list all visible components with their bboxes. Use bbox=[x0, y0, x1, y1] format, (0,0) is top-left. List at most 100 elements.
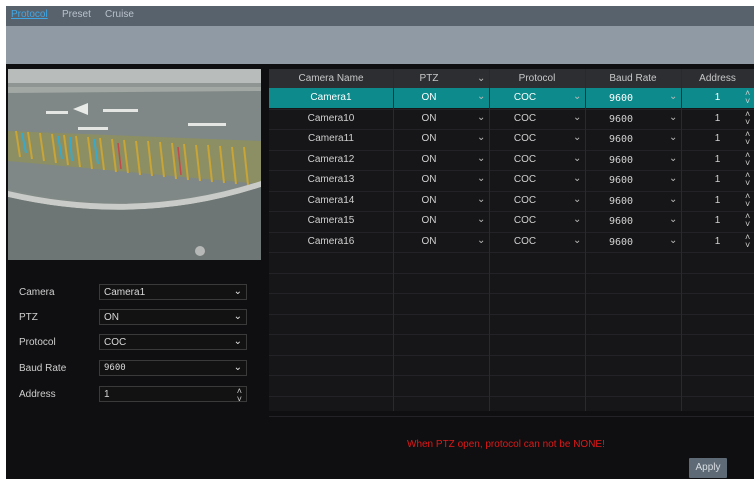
spinner-arrows-icon[interactable]: ˄ ˅ bbox=[237, 387, 242, 404]
chevron-down-icon[interactable]: ⌄ bbox=[477, 235, 485, 246]
apply-button[interactable]: Apply bbox=[689, 458, 727, 478]
cell-protocol[interactable]: COC bbox=[489, 92, 561, 103]
camera-preview-image bbox=[8, 69, 261, 260]
tab-protocol[interactable]: Protocol bbox=[11, 9, 48, 20]
spinner-arrows-icon[interactable]: ˄ ˅ bbox=[745, 232, 750, 249]
cell-ptz[interactable]: ON bbox=[393, 174, 465, 185]
spinner-arrows-icon[interactable]: ˄ ˅ bbox=[745, 130, 750, 147]
spinner-arrows-icon[interactable]: ˄ ˅ bbox=[745, 171, 750, 188]
chevron-down-icon[interactable]: ⌄ bbox=[573, 194, 581, 205]
cell-protocol[interactable]: COC bbox=[489, 174, 561, 185]
cell-address[interactable]: 1 bbox=[681, 92, 754, 103]
cell-baud-rate[interactable]: 9600 bbox=[585, 93, 657, 104]
chevron-down-icon[interactable]: ⌄ bbox=[669, 214, 677, 225]
cell-baud-rate[interactable]: 9600 bbox=[585, 114, 657, 125]
chevron-down-icon[interactable]: ⌄ bbox=[477, 132, 485, 143]
camera-select[interactable]: Camera1 ⌄ bbox=[99, 284, 247, 300]
ptz-warning-message: When PTZ open, protocol can not be NONE! bbox=[407, 439, 605, 450]
chevron-down-icon[interactable]: ⌄ bbox=[477, 153, 485, 164]
toolbar-strip bbox=[6, 26, 754, 64]
chevron-down-icon[interactable]: ⌄ bbox=[669, 112, 677, 123]
chevron-down-icon[interactable]: ⌄ bbox=[573, 112, 581, 123]
chevron-down-icon[interactable]: ⌄ bbox=[669, 91, 677, 102]
cell-camera-name: Camera13 bbox=[307, 174, 355, 185]
cell-address[interactable]: 1 bbox=[681, 174, 754, 185]
header-protocol: Protocol bbox=[518, 73, 556, 84]
ptz-select[interactable]: ON ⌄ bbox=[99, 309, 247, 325]
chevron-down-icon[interactable]: ⌄ bbox=[573, 235, 581, 246]
ptz-camera-table: Camera Name PTZ ⌄ Protocol Baud Rate Add… bbox=[269, 69, 754, 417]
chevron-down-icon[interactable]: ⌄ bbox=[477, 112, 485, 123]
header-baud-rate: Baud Rate bbox=[609, 73, 657, 84]
cell-baud-rate[interactable]: 9600 bbox=[585, 134, 657, 145]
address-spinbox-value: 1 bbox=[104, 389, 110, 400]
baud-rate-select[interactable]: 9600 ⌄ bbox=[99, 360, 247, 376]
cell-baud-rate[interactable]: 9600 bbox=[585, 155, 657, 166]
chevron-down-icon[interactable]: ⌄ bbox=[477, 73, 485, 84]
cell-protocol[interactable]: COC bbox=[489, 133, 561, 144]
address-label: Address bbox=[19, 389, 56, 400]
chevron-down-icon[interactable]: ⌄ bbox=[573, 132, 581, 143]
tab-cruise[interactable]: Cruise bbox=[105, 9, 134, 20]
cell-ptz[interactable]: ON bbox=[393, 236, 465, 247]
chevron-down-icon[interactable]: ⌄ bbox=[477, 194, 485, 205]
chevron-down-icon[interactable]: ⌄ bbox=[573, 173, 581, 184]
cell-camera-name: Camera16 bbox=[307, 235, 355, 247]
cell-ptz[interactable]: ON bbox=[393, 92, 465, 103]
cell-address[interactable]: 1 bbox=[681, 113, 754, 124]
cell-protocol[interactable]: COC bbox=[489, 215, 561, 226]
chevron-down-icon[interactable]: ⌄ bbox=[669, 235, 677, 246]
chevron-down-icon[interactable]: ⌄ bbox=[477, 214, 485, 225]
chevron-down-icon[interactable]: ⌄ bbox=[669, 153, 677, 164]
cell-camera-name: Camera11 bbox=[308, 133, 354, 144]
chevron-down-icon: ⌄ bbox=[233, 286, 242, 297]
spinner-arrows-icon[interactable]: ˄ ˅ bbox=[745, 150, 750, 167]
chevron-down-icon[interactable]: ⌄ bbox=[669, 173, 677, 184]
column-divider bbox=[393, 69, 394, 411]
chevron-down-icon: ⌄ bbox=[233, 336, 242, 347]
cell-ptz[interactable]: ON bbox=[393, 113, 465, 124]
camera-label: Camera bbox=[19, 287, 55, 298]
cell-camera-name: Camera15 bbox=[307, 215, 355, 226]
cell-camera-name: Camera14 bbox=[307, 194, 355, 206]
camera-row: Camera Camera1 ⌄ bbox=[6, 284, 256, 302]
chevron-down-icon[interactable]: ⌄ bbox=[669, 194, 677, 205]
cell-address[interactable]: 1 bbox=[681, 154, 754, 165]
address-spinbox[interactable]: 1 ˄ ˅ bbox=[99, 386, 247, 404]
cell-protocol[interactable]: COC bbox=[489, 113, 561, 124]
cell-baud-rate[interactable]: 9600 bbox=[585, 196, 657, 207]
protocol-select[interactable]: COC ⌄ bbox=[99, 334, 247, 350]
cell-ptz[interactable]: ON bbox=[393, 154, 465, 165]
cell-protocol[interactable]: COC bbox=[489, 195, 561, 206]
cell-protocol[interactable]: COC bbox=[489, 236, 561, 247]
cell-baud-rate[interactable]: 9600 bbox=[585, 216, 657, 227]
cell-address[interactable]: 1 bbox=[681, 195, 754, 206]
chevron-down-icon[interactable]: ⌄ bbox=[573, 153, 581, 164]
cell-baud-rate[interactable]: 9600 bbox=[585, 237, 657, 248]
cell-protocol[interactable]: COC bbox=[489, 154, 561, 165]
spinner-arrows-icon[interactable]: ˄ ˅ bbox=[745, 109, 750, 126]
baud-rate-label: Baud Rate bbox=[19, 363, 67, 374]
column-divider bbox=[585, 69, 586, 411]
chevron-down-icon[interactable]: ⌄ bbox=[477, 91, 485, 102]
chevron-down-icon[interactable]: ⌄ bbox=[477, 173, 485, 184]
cell-address[interactable]: 1 bbox=[681, 133, 754, 144]
tab-preset[interactable]: Preset bbox=[62, 9, 91, 20]
chevron-down-icon[interactable]: ⌄ bbox=[669, 132, 677, 143]
ptz-settings-window: Protocol Preset Cruise Camera Camera1 ⌄ … bbox=[6, 6, 754, 479]
cell-ptz[interactable]: ON bbox=[393, 215, 465, 226]
cell-camera-name: Camera1 bbox=[310, 92, 352, 103]
baud-rate-row: Baud Rate 9600 ⌄ bbox=[6, 360, 256, 378]
cell-address[interactable]: 1 bbox=[681, 236, 754, 247]
spinner-arrows-icon[interactable]: ˄ ˅ bbox=[745, 89, 750, 106]
cell-ptz[interactable]: ON bbox=[393, 195, 465, 206]
chevron-down-icon[interactable]: ⌄ bbox=[573, 214, 581, 225]
column-divider bbox=[681, 69, 682, 411]
spinner-arrows-icon[interactable]: ˄ ˅ bbox=[745, 212, 750, 229]
cell-baud-rate[interactable]: 9600 bbox=[585, 175, 657, 186]
cell-address[interactable]: 1 bbox=[681, 215, 754, 226]
chevron-down-icon[interactable]: ⌄ bbox=[573, 91, 581, 102]
cell-ptz[interactable]: ON bbox=[393, 133, 465, 144]
spinner-arrows-icon[interactable]: ˄ ˅ bbox=[745, 191, 750, 208]
camera-select-value: Camera1 bbox=[104, 287, 146, 298]
